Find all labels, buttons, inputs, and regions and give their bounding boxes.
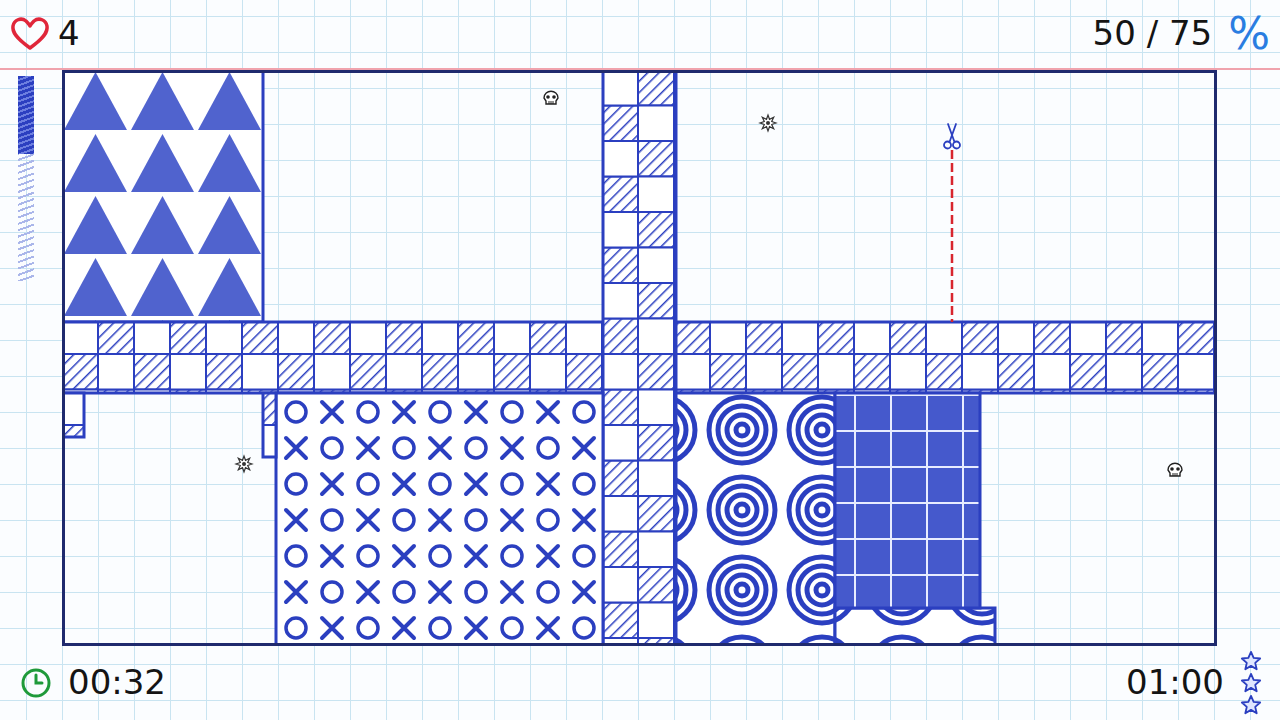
claimed-region [835,393,980,608]
cut-line [951,150,954,322]
star-rating [1240,650,1262,716]
game-board[interactable] [62,70,1217,646]
target-group: 01:00 [1126,650,1262,716]
top-hud: 4 50 / 75% [0,0,1280,70]
lives-group: 4 [10,15,80,52]
ink-fill [18,76,34,154]
claimed-region [62,70,263,322]
bottom-hud: 00:32 01:00 [0,646,1280,720]
timer-group: 00:32 [20,664,166,701]
scissors-icon[interactable] [944,124,960,149]
claimed-region [276,393,603,646]
claimed-region [263,393,276,457]
ink-meter [0,70,62,646]
spiky-icon [236,456,252,472]
play-row [0,70,1280,646]
claimed-region [835,608,995,646]
star-icon [1240,672,1262,694]
clock-icon [20,667,52,699]
target-time: 01:00 [1126,664,1224,701]
progress-group: 50 / 75% [1093,12,1270,56]
claimed-region [603,70,676,646]
claimed-region [62,393,84,437]
ink-track [18,76,34,281]
percent-icon: % [1228,12,1270,56]
board-border [64,72,1216,645]
star-icon [1240,650,1262,672]
claimed-region [676,393,835,646]
skull-icon [544,91,558,104]
lives-count: 4 [58,15,80,52]
spiky-icon [760,115,776,131]
star-icon [1240,694,1262,716]
progress-count: 50 / 75 [1093,15,1213,52]
heart-icon [10,16,50,52]
skull-icon [1168,463,1182,476]
elapsed-time: 00:32 [68,664,166,701]
